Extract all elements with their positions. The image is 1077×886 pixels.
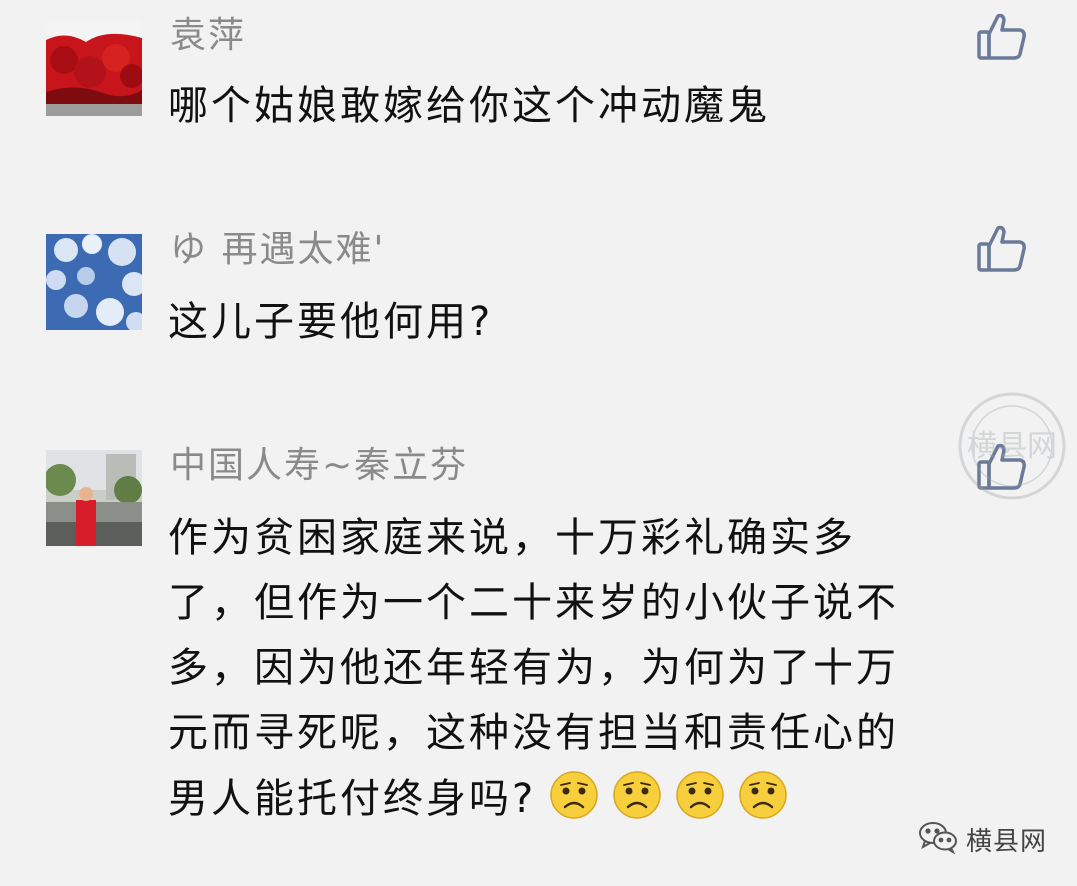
- comment-text-line: 多，因为他还年轻有为，为何为了十万: [168, 645, 899, 691]
- comment-text-last-line: 男人能托付终身吗?: [168, 770, 788, 828]
- comment-author[interactable]: 中国人寿~秦立芬: [170, 444, 468, 488]
- comment-text-line: 男人能托付终身吗?: [168, 776, 537, 822]
- frown-emoji: [738, 770, 788, 820]
- frown-emoji: [549, 770, 599, 820]
- frown-emoji: [675, 770, 725, 820]
- comment-1: 袁萍 哪个姑娘敢嫁给你这个冲动魔鬼: [0, 0, 1077, 180]
- comment-text-line: 哪个姑娘敢嫁给你这个冲动魔鬼: [168, 83, 770, 129]
- watermark-seal-icon: 横县网: [956, 390, 1068, 502]
- like-icon[interactable]: [976, 222, 1028, 274]
- brand-label: 横县网: [966, 826, 1048, 857]
- comment-author[interactable]: ゆ 再遇太难': [170, 228, 385, 272]
- comment-text-line: 这儿子要他何用?: [168, 299, 494, 345]
- avatar[interactable]: [46, 20, 142, 116]
- brand-watermark: 横县网: [918, 818, 1047, 860]
- like-icon[interactable]: [976, 10, 1028, 62]
- comment-text-line: 元而寻死呢，这种没有担当和责任心的: [168, 710, 899, 756]
- avatar[interactable]: [46, 234, 142, 330]
- comment-2: ゆ 再遇太难' 这儿子要他何用?: [0, 200, 1077, 400]
- avatar[interactable]: [46, 450, 142, 546]
- wechat-icon: [918, 820, 958, 858]
- comment-text-line: 了，但作为一个二十来岁的小伙子说不: [168, 580, 899, 626]
- comment-author[interactable]: 袁萍: [170, 14, 246, 58]
- comment-text-line: 作为贫困家庭来说，十万彩礼确实多: [168, 515, 856, 561]
- frown-emoji: [612, 770, 662, 820]
- comment-3: 中国人寿~秦立芬 作为贫困家庭来说，十万彩礼确实多 了，但作为一个二十来岁的小伙…: [0, 420, 1077, 886]
- watermark-seal-text: 横县网: [967, 429, 1057, 464]
